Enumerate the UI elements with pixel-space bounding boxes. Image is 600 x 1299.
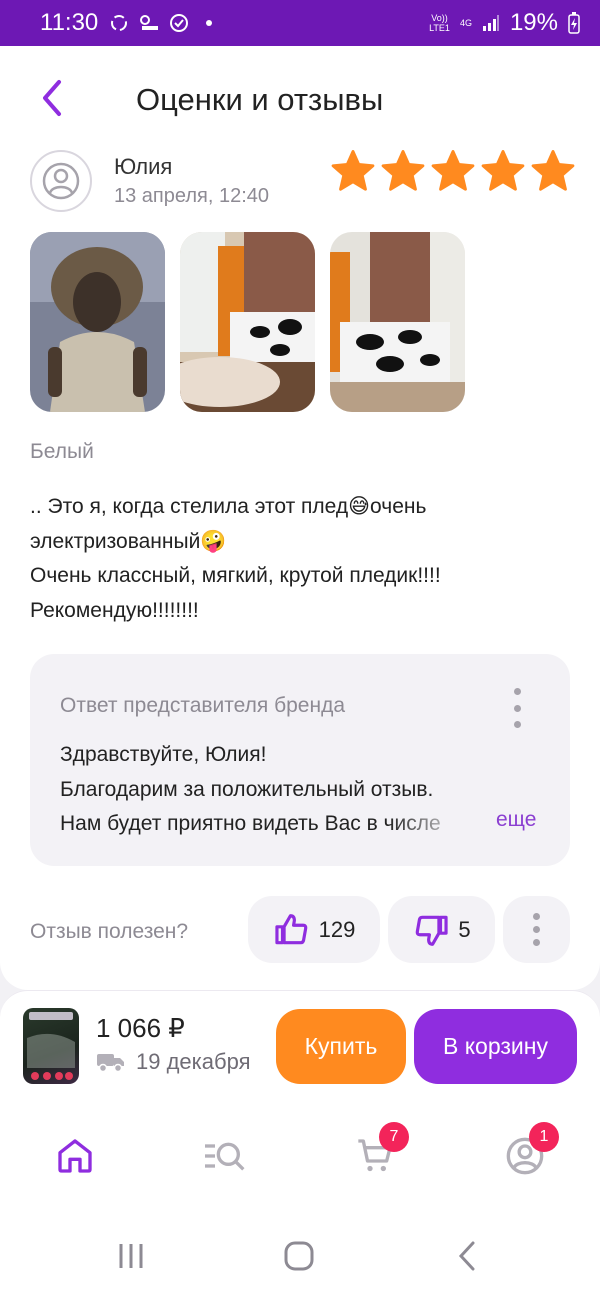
star-icon — [431, 150, 475, 191]
profile-badge: 1 — [529, 1122, 559, 1152]
system-navigation-bar — [0, 1206, 600, 1299]
review-text: .. Это я, когда стелила этот плед😅очень … — [30, 490, 570, 628]
truck-icon — [97, 1054, 124, 1073]
dislike-count: 5 — [458, 916, 471, 942]
menu-dot — [513, 688, 521, 695]
delivery-date: 19 декабря — [136, 1049, 251, 1074]
purchase-bar: 1 066 ₽ 19 декабря Купить В корзину — [0, 990, 600, 1106]
star-icon — [381, 150, 425, 191]
helpful-label: Отзыв полезен? — [30, 920, 189, 943]
net-type: 4G — [459, 18, 472, 28]
star-icon — [481, 150, 525, 191]
star-icon — [531, 150, 575, 191]
product-price: 1 066 ₽ — [96, 1013, 185, 1043]
product-thumbnail[interactable] — [23, 1008, 79, 1084]
brand-reply-card: Ответ представителя бренда Здравствуйте,… — [30, 654, 570, 866]
status-bar: 11:30 Vo)) LTE1 4G 19% — [0, 0, 600, 46]
review-line: электризованный🤪 — [30, 529, 227, 553]
like-button[interactable]: 129 — [248, 896, 380, 963]
menu-dot — [513, 704, 521, 712]
vpn-key-icon — [140, 15, 159, 30]
back-button[interactable] — [30, 76, 74, 120]
dislike-button[interactable]: 5 — [388, 896, 495, 963]
catalog-search-icon — [205, 1142, 245, 1171]
review-line: .. Это я, когда стелила этот плед😅очень — [30, 495, 427, 518]
delivery-info: 19 декабря — [96, 1049, 251, 1075]
tab-cart[interactable]: 7 — [347, 1122, 409, 1184]
menu-dot — [533, 939, 540, 946]
status-notification-icons — [108, 12, 220, 34]
review-date: 13 апреля, 12:40 — [114, 185, 269, 207]
volte-bottom: LTE1 — [429, 23, 450, 33]
buy-button[interactable]: Купить — [276, 1009, 406, 1084]
back-system-button[interactable] — [447, 1236, 487, 1276]
product-variant: Белый — [30, 440, 94, 463]
reply-line: Благодарим за положительный отзыв. — [60, 777, 434, 801]
brand-reply-text: Здравствуйте, Юлия! Благодарим за положи… — [60, 738, 520, 842]
review-photo-bedroom-2[interactable] — [330, 232, 465, 412]
review-author: Юлия — [114, 154, 173, 179]
battery-percent: 19% — [509, 9, 558, 36]
home-circle-icon — [284, 1241, 314, 1271]
more-options-button[interactable] — [503, 896, 570, 963]
review-detail-page: Оценки и отзывы Юлия 13 апреля, 12:40 Бе… — [0, 46, 600, 990]
status-right: Vo)) LTE1 4G 19% — [429, 9, 580, 37]
battery-charging-icon — [568, 12, 580, 34]
menu-dot — [533, 913, 540, 920]
thumbs-up-icon — [275, 913, 307, 944]
notification-dot-icon — [206, 20, 213, 26]
menu-dot — [533, 926, 540, 933]
signal-icon — [482, 15, 499, 31]
home-system-button[interactable] — [279, 1236, 319, 1276]
review-line: Рекомендую!!!!!!!! — [30, 598, 199, 622]
status-time: 11:30 — [40, 9, 99, 36]
home-icon — [58, 1139, 92, 1173]
reply-line: Нам будет приятно видеть Вас в числе — [60, 812, 441, 835]
header: Оценки и отзывы — [0, 46, 600, 146]
reply-line: Здравствуйте, Юлия! — [60, 743, 267, 766]
recent-apps-icon — [119, 1244, 143, 1268]
brand-reply-title: Ответ представителя бренда — [60, 694, 346, 717]
add-to-cart-button[interactable]: В корзину — [414, 1009, 577, 1084]
back-arrow-icon — [458, 1241, 475, 1271]
tab-profile[interactable]: 1 — [497, 1122, 559, 1184]
menu-dot — [513, 721, 521, 728]
review-line: Очень классный, мягкий, крутой пледик!!!… — [30, 564, 441, 587]
rating-stars — [330, 148, 576, 194]
sync-icon — [111, 15, 128, 31]
volte-indicator: Vo)) LTE1 — [429, 13, 450, 33]
bottom-tab-bar: 7 1 — [0, 1106, 600, 1206]
cart-badge: 7 — [379, 1122, 409, 1152]
reply-more-link[interactable]: еще — [496, 808, 536, 832]
review-photos — [30, 232, 465, 412]
star-icon — [331, 150, 375, 191]
like-count: 129 — [318, 916, 356, 942]
volte-top: Vo)) — [431, 13, 448, 23]
chevron-left-icon — [43, 80, 61, 116]
page-title: Оценки и отзывы — [136, 82, 384, 117]
review-photo-bedroom-1[interactable] — [180, 232, 315, 412]
check-circle-icon — [170, 14, 189, 32]
reply-menu-button[interactable] — [506, 688, 528, 728]
user-icon — [42, 162, 80, 200]
recent-apps-button[interactable] — [111, 1236, 151, 1276]
avatar — [30, 150, 92, 212]
tab-home[interactable] — [47, 1128, 103, 1184]
review-photo-person[interactable] — [30, 232, 165, 412]
tab-catalog[interactable] — [197, 1128, 253, 1184]
thumbs-down-icon — [416, 915, 448, 946]
